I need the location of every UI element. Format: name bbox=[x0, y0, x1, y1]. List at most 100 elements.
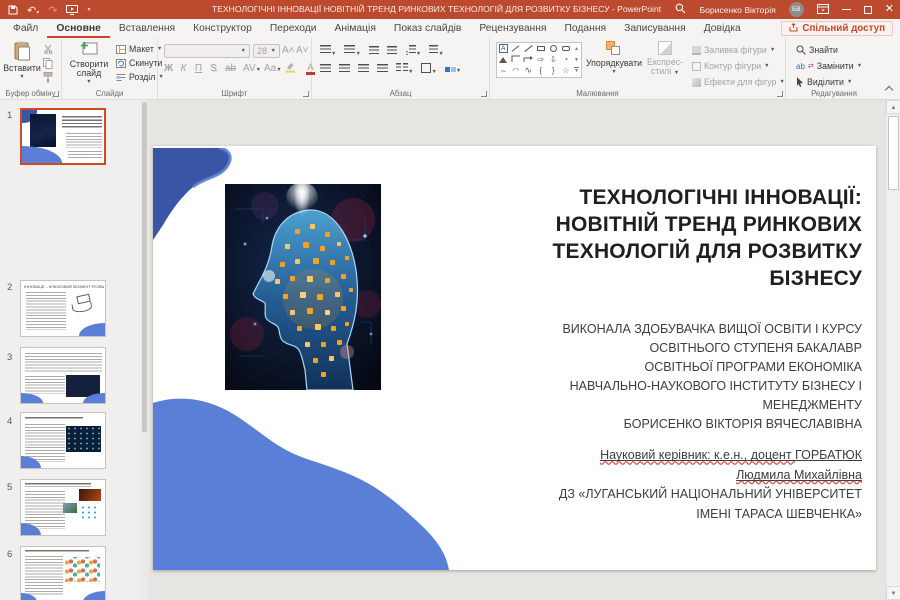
ribbon-display-options-icon[interactable] bbox=[817, 1, 829, 19]
shape-arc[interactable]: ◠ bbox=[512, 66, 519, 75]
thumbnail-slide-5[interactable] bbox=[20, 479, 106, 536]
change-case-button[interactable]: Aa▼ bbox=[264, 63, 279, 74]
numbering-button[interactable]: ▼ bbox=[344, 45, 360, 57]
reset-button[interactable]: Скинути bbox=[116, 58, 162, 68]
cut-button[interactable] bbox=[43, 44, 54, 54]
highlight-button[interactable] bbox=[285, 62, 298, 75]
shape-fill-button[interactable]: Заливка фігури▼ bbox=[692, 45, 775, 55]
quick-styles-button[interactable]: Експрес- стилі ▼ bbox=[644, 41, 686, 76]
scrollbar-thumb[interactable] bbox=[888, 116, 899, 190]
thumbnail-slide-3[interactable] bbox=[20, 347, 106, 404]
share-button[interactable]: Спільний доступ bbox=[781, 21, 893, 36]
tab-design[interactable]: Конструктор bbox=[184, 19, 261, 38]
layout-button[interactable]: Макет▼ bbox=[116, 44, 162, 54]
tab-help[interactable]: Довідка bbox=[695, 19, 750, 38]
tab-slideshow[interactable]: Показ слайдів bbox=[385, 19, 470, 38]
shape-rounded-rectangle[interactable] bbox=[562, 46, 570, 51]
increase-indent-button[interactable] bbox=[387, 46, 397, 56]
close-button[interactable]: ✕ bbox=[885, 4, 894, 15]
collapse-ribbon-button[interactable] bbox=[885, 86, 893, 94]
tab-home[interactable]: Основне bbox=[47, 19, 110, 38]
shape-elbow-connector[interactable] bbox=[511, 54, 521, 65]
bold-button[interactable]: Ж bbox=[164, 63, 173, 74]
shape-line-arrow[interactable] bbox=[524, 45, 532, 52]
shape-right-arrow[interactable]: ⇨ bbox=[537, 55, 544, 64]
redo-button[interactable]: ↷ bbox=[48, 1, 57, 19]
copy-button[interactable] bbox=[43, 58, 53, 69]
tab-transitions[interactable]: Переходи bbox=[261, 19, 326, 38]
italic-button[interactable]: К bbox=[179, 63, 188, 74]
shapes-gallery[interactable]: А ▲ ⇨ ⇩ ◔ ▼ ~ ◠ ∿ { } ☆ ▼ bbox=[496, 42, 582, 78]
scroll-up-arrow[interactable]: ▲ bbox=[886, 100, 900, 114]
save-icon[interactable] bbox=[8, 5, 18, 15]
shrink-font-button[interactable]: A˅ bbox=[296, 45, 308, 56]
thumbnail-slide-4[interactable] bbox=[20, 412, 106, 469]
minimize-button[interactable] bbox=[842, 9, 851, 10]
search-icon[interactable] bbox=[675, 1, 686, 19]
restore-button[interactable] bbox=[864, 6, 872, 14]
format-painter-button[interactable] bbox=[43, 72, 53, 83]
columns-button[interactable]: ▼ bbox=[396, 63, 413, 75]
select-button[interactable]: Виділити▼ bbox=[796, 77, 852, 87]
shape-left-brace[interactable]: { bbox=[539, 66, 542, 75]
underline-button[interactable]: П bbox=[194, 63, 203, 74]
customize-qat-icon[interactable]: ▾ bbox=[87, 7, 90, 13]
text-shadow-button[interactable]: S bbox=[209, 63, 218, 74]
align-text-button[interactable]: ▼ bbox=[421, 63, 436, 75]
shape-outline-button[interactable]: Контур фігури▼ bbox=[692, 61, 770, 71]
shape-star[interactable]: ☆ bbox=[562, 66, 569, 75]
line-spacing-button[interactable]: ↕▼ bbox=[405, 45, 421, 57]
current-slide[interactable]: ТЕХНОЛОГІЧНІ ІННОВАЦІЇ: НОВІТНІЙ ТРЕНД Р… bbox=[153, 146, 876, 570]
scroll-down-arrow[interactable]: ▼ bbox=[886, 586, 900, 600]
gallery-more[interactable]: ▼ bbox=[574, 67, 579, 74]
new-slide-button[interactable]: Створити слайд ▼ bbox=[66, 41, 112, 85]
vertical-scrollbar[interactable]: ▲ ▼ bbox=[885, 100, 900, 600]
decrease-indent-button[interactable] bbox=[369, 46, 379, 56]
user-name[interactable]: Борисенко Вікторія bbox=[699, 5, 775, 15]
clipboard-dialog-launcher[interactable] bbox=[53, 91, 59, 97]
shape-curve[interactable]: ∿ bbox=[524, 65, 532, 76]
find-button[interactable]: Знайти bbox=[796, 45, 838, 55]
font-dialog-launcher[interactable] bbox=[303, 91, 309, 97]
shape-scribble[interactable]: ~ bbox=[501, 66, 506, 76]
thumbnail-scrollbar[interactable] bbox=[141, 100, 148, 600]
thumbnail-slide-1[interactable] bbox=[20, 108, 106, 165]
tab-review[interactable]: Рецензування bbox=[470, 19, 555, 38]
shape-block-arc[interactable]: ◔ bbox=[563, 55, 568, 64]
font-name-combo[interactable]: ▼ bbox=[164, 44, 250, 58]
grow-font-button[interactable]: A˄ bbox=[282, 45, 294, 56]
tab-insert[interactable]: Вставлення bbox=[110, 19, 184, 38]
strikethrough-button[interactable]: ab bbox=[224, 63, 237, 74]
thumbnail-slide-2[interactable]: ІННОВАЦІЇ – КЛЮЧОВИЙ МОМЕНТ РОЗВИТКУ БІЗ… bbox=[20, 280, 106, 337]
align-left-button[interactable] bbox=[320, 64, 331, 74]
gallery-scroll-down[interactable]: ▼ bbox=[574, 57, 579, 63]
align-right-button[interactable] bbox=[358, 64, 369, 74]
tab-view[interactable]: Подання bbox=[556, 19, 616, 38]
shape-triangle[interactable] bbox=[499, 57, 507, 63]
character-spacing-button[interactable]: AV▼ bbox=[243, 63, 258, 74]
shape-line[interactable] bbox=[512, 45, 520, 51]
shape-textbox[interactable]: А bbox=[499, 44, 508, 53]
start-slideshow-icon[interactable] bbox=[66, 5, 78, 15]
shape-effects-button[interactable]: Ефекти для фігур▼ bbox=[692, 77, 785, 87]
drawing-dialog-launcher[interactable] bbox=[777, 91, 783, 97]
gallery-scroll-up[interactable]: ▲ bbox=[574, 46, 579, 52]
section-button[interactable]: Розділ▼ bbox=[116, 72, 164, 82]
paste-button[interactable]: Вставити ▼ bbox=[4, 41, 40, 80]
font-size-combo[interactable]: 28▼ bbox=[253, 44, 280, 58]
tab-animations[interactable]: Анімація bbox=[326, 19, 385, 38]
tab-file[interactable]: Файл bbox=[4, 19, 47, 38]
bullets-button[interactable]: ▼ bbox=[320, 45, 336, 57]
text-direction-button[interactable]: ▼ bbox=[429, 45, 443, 57]
justify-button[interactable] bbox=[377, 64, 388, 74]
shape-down-arrow[interactable]: ⇩ bbox=[550, 55, 557, 64]
shape-oval[interactable] bbox=[550, 45, 557, 52]
shape-elbow-arrow-connector[interactable] bbox=[523, 54, 533, 65]
shape-right-brace[interactable]: } bbox=[552, 66, 555, 75]
arrange-button[interactable]: Упорядкувати ▼ bbox=[586, 41, 642, 75]
smartart-convert-button[interactable]: ▼ bbox=[445, 64, 461, 74]
align-center-button[interactable] bbox=[339, 64, 350, 74]
thumbnail-slide-6[interactable] bbox=[20, 546, 106, 600]
tab-record[interactable]: Записування bbox=[615, 19, 695, 38]
undo-button[interactable]: ↶▾ bbox=[27, 1, 39, 19]
